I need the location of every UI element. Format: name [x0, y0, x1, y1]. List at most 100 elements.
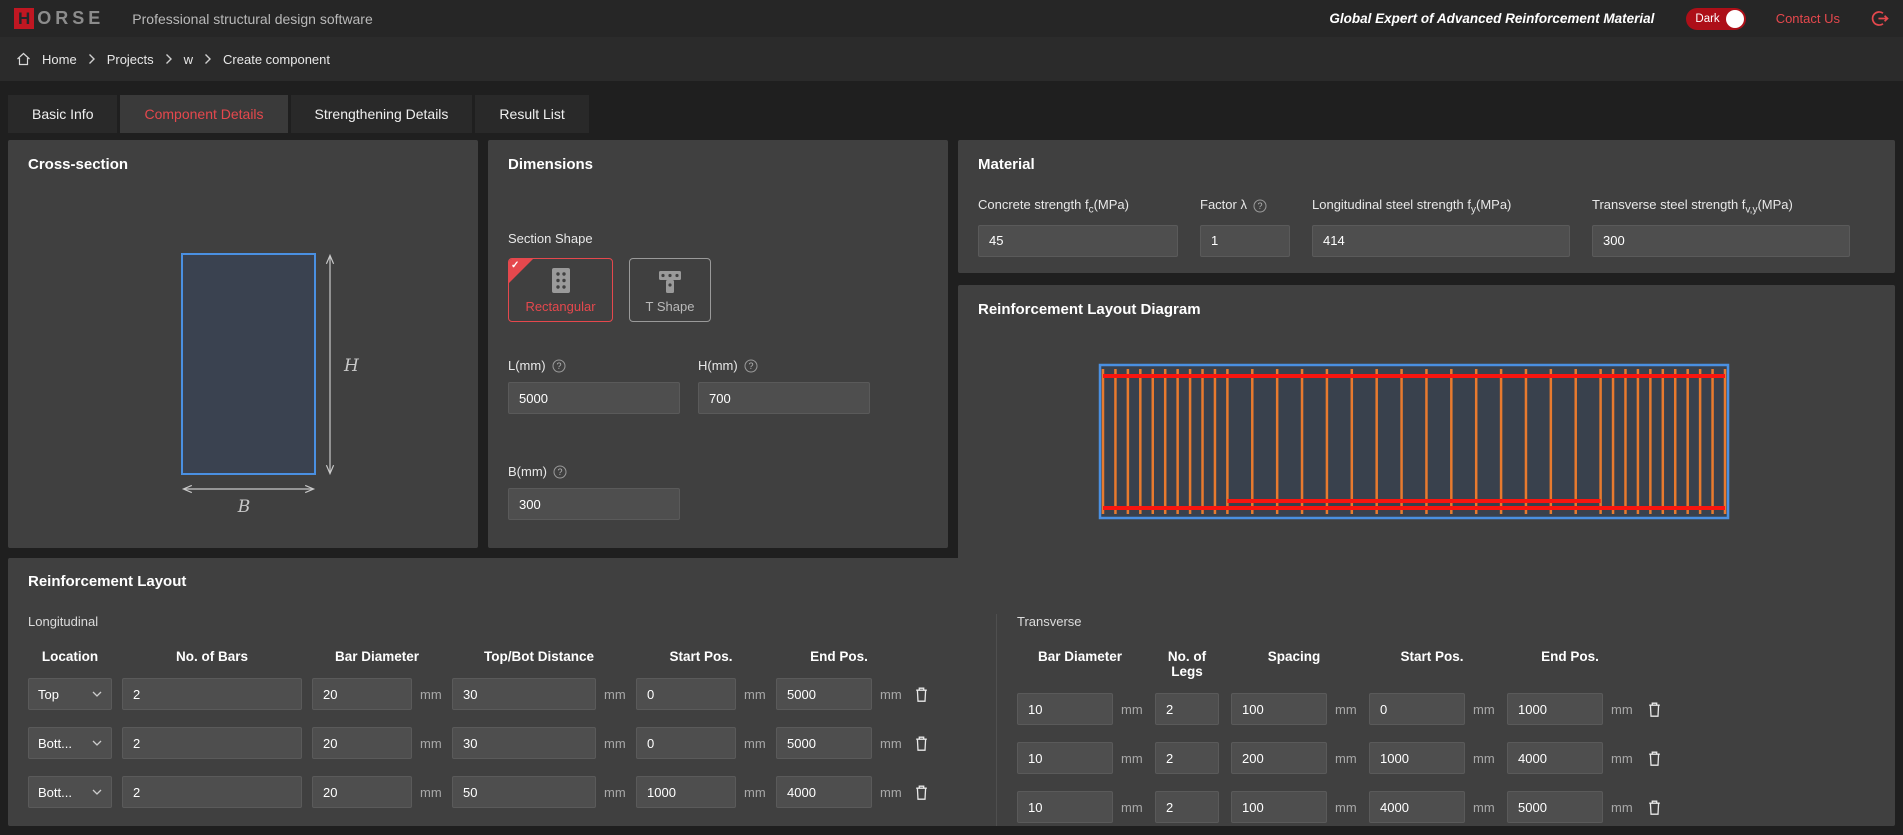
chevron-down-icon — [92, 740, 102, 746]
col-no-of-legs: No. of Legs — [1155, 649, 1219, 679]
longitudinal-row: Top mm mm mm mm — [28, 678, 996, 710]
home-icon[interactable] — [16, 52, 31, 66]
delete-row-button[interactable] — [1645, 748, 1669, 769]
beam-outline — [1100, 365, 1728, 518]
shape-option-t-shape[interactable]: T Shape — [629, 258, 711, 322]
delete-row-button[interactable] — [1645, 699, 1669, 720]
section-rectangle — [182, 254, 315, 474]
start-pos-input[interactable] — [1369, 693, 1465, 725]
end-pos-input[interactable] — [1507, 693, 1603, 725]
svg-text:?: ? — [556, 361, 561, 371]
num-bars-input[interactable] — [122, 678, 302, 710]
contact-us-link[interactable]: Contact Us — [1776, 11, 1840, 26]
main-content: Cross-section H B Dimensions Section Sha… — [0, 133, 1903, 826]
length-input[interactable] — [508, 382, 680, 414]
bar-diameter-input[interactable] — [1017, 742, 1113, 774]
end-pos-input[interactable] — [1507, 742, 1603, 774]
unit-label: mm — [1335, 702, 1357, 717]
spacing-input[interactable] — [1231, 693, 1327, 725]
num-legs-input[interactable] — [1155, 742, 1219, 774]
height-field: H(mm) ? — [698, 358, 870, 414]
width-field: B(mm) ? — [508, 464, 680, 520]
breadcrumb-item-projects[interactable]: Projects — [107, 52, 154, 67]
cross-section-panel: Cross-section H B — [8, 140, 478, 548]
unit-label: mm — [1121, 702, 1143, 717]
length-field: L(mm) ? — [508, 358, 680, 414]
logout-icon[interactable] — [1870, 9, 1889, 28]
breadcrumb-item-project[interactable]: w — [184, 52, 193, 67]
transverse-row: mm mm mm mm — [1017, 791, 1875, 823]
unit-label: mm — [1473, 800, 1495, 815]
location-select[interactable]: Bott... — [28, 776, 112, 808]
num-bars-input[interactable] — [122, 776, 302, 808]
start-pos-input[interactable] — [1369, 742, 1465, 774]
help-icon[interactable]: ? — [744, 359, 758, 373]
app-logo[interactable]: H ORSE — [14, 8, 104, 29]
top-bot-distance-input[interactable] — [452, 727, 596, 759]
help-icon[interactable]: ? — [552, 359, 566, 373]
col-bar-diameter: Bar Diameter — [1017, 649, 1143, 679]
num-legs-input[interactable] — [1155, 791, 1219, 823]
bar-diameter-input[interactable] — [312, 776, 412, 808]
unit-label: mm — [744, 736, 766, 751]
reinforcement-layout-panel: Reinforcement Layout Longitudinal Locati… — [8, 558, 1895, 826]
theme-toggle[interactable]: Dark — [1686, 8, 1745, 30]
reinforcement-diagram-panel: Reinforcement Layout Diagram — [958, 285, 1895, 564]
svg-text:?: ? — [1257, 201, 1262, 211]
transverse-row: mm mm mm mm — [1017, 742, 1875, 774]
width-input[interactable] — [508, 488, 680, 520]
transverse-label: Transverse — [1017, 614, 1875, 629]
top-bot-distance-input[interactable] — [452, 776, 596, 808]
shape-option-label: T Shape — [646, 299, 695, 314]
bar-diameter-input[interactable] — [312, 727, 412, 759]
end-pos-input[interactable] — [1507, 791, 1603, 823]
unit-label: mm — [604, 687, 626, 702]
chevron-right-icon — [88, 53, 96, 65]
delete-row-button[interactable] — [912, 733, 936, 754]
longitudinal-steel-strength-input[interactable] — [1312, 225, 1570, 257]
width-label: B(mm) — [508, 464, 547, 479]
tab-result-list[interactable]: Result List — [475, 95, 588, 133]
end-pos-input[interactable] — [776, 678, 872, 710]
spacing-input[interactable] — [1231, 791, 1327, 823]
transverse-table: Transverse Bar Diameter No. of Legs Spac… — [996, 614, 1875, 826]
bar-diameter-input[interactable] — [312, 678, 412, 710]
start-pos-input[interactable] — [636, 727, 736, 759]
concrete-strength-input[interactable] — [978, 225, 1178, 257]
bar-diameter-input[interactable] — [1017, 791, 1113, 823]
shape-option-rectangular[interactable]: ✓ Rectangular — [508, 258, 613, 322]
help-icon[interactable]: ? — [1253, 199, 1267, 213]
material-fields: Concrete strength fc(MPa) Factor λ ? — [978, 197, 1875, 257]
unit-label: mm — [420, 736, 442, 751]
cross-section-diagram: H B — [8, 170, 478, 540]
tab-basic-info[interactable]: Basic Info — [8, 95, 117, 133]
location-select[interactable]: Bott... — [28, 727, 112, 759]
end-pos-input[interactable] — [776, 727, 872, 759]
num-bars-input[interactable] — [122, 727, 302, 759]
top-bot-distance-input[interactable] — [452, 678, 596, 710]
height-input[interactable] — [698, 382, 870, 414]
help-icon[interactable]: ? — [553, 465, 567, 479]
end-pos-input[interactable] — [776, 776, 872, 808]
col-spacing: Spacing — [1231, 649, 1357, 679]
start-pos-input[interactable] — [636, 678, 736, 710]
unit-label: mm — [1611, 702, 1633, 717]
location-select[interactable]: Top — [28, 678, 112, 710]
breadcrumb-item-home[interactable]: Home — [42, 52, 77, 67]
spacing-input[interactable] — [1231, 742, 1327, 774]
chevron-right-icon — [204, 53, 212, 65]
transverse-steel-strength-input[interactable] — [1592, 225, 1850, 257]
unit-label: mm — [1335, 751, 1357, 766]
delete-row-button[interactable] — [912, 782, 936, 803]
delete-row-button[interactable] — [1645, 797, 1669, 818]
material-panel: Material Concrete strength fc(MPa) Facto… — [958, 140, 1895, 273]
tab-component-details[interactable]: Component Details — [120, 95, 287, 133]
num-legs-input[interactable] — [1155, 693, 1219, 725]
tab-strengthening-details[interactable]: Strengthening Details — [291, 95, 473, 133]
start-pos-input[interactable] — [1369, 791, 1465, 823]
factor-lambda-input[interactable] — [1200, 225, 1290, 257]
start-pos-input[interactable] — [636, 776, 736, 808]
bar-diameter-input[interactable] — [1017, 693, 1113, 725]
dimensions-title: Dimensions — [508, 156, 928, 173]
delete-row-button[interactable] — [912, 684, 936, 705]
